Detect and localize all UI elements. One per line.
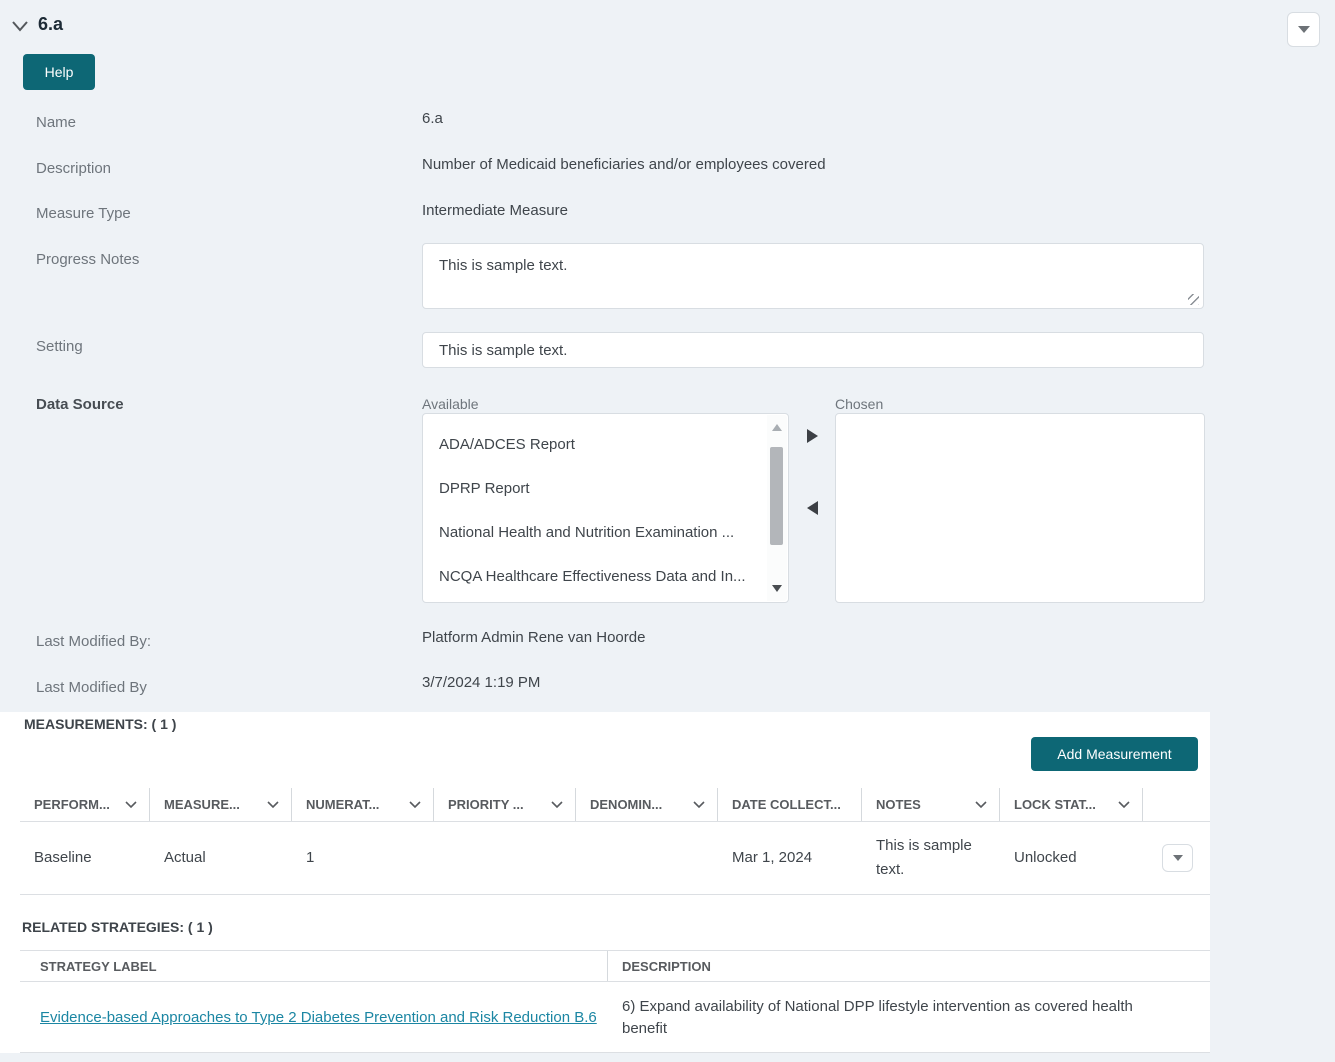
chevron-down-icon: [1297, 26, 1310, 33]
chevron-down-icon: [1118, 800, 1130, 809]
available-item[interactable]: National Health and Nutrition Examinatio…: [423, 510, 766, 554]
cell-date-collected: Mar 1, 2024: [732, 849, 813, 866]
cell-performance: Baseline: [34, 849, 92, 866]
cell-actions: [1143, 822, 1210, 894]
cell-strategy-description: 6) Expand availability of National DPP l…: [622, 998, 1133, 1037]
description-value: Number of Medicaid beneficiaries and/or …: [422, 156, 826, 173]
name-label: Name: [36, 114, 77, 131]
column-header-strategy-label: STRATEGY LABEL: [20, 951, 608, 981]
chevron-down-icon: [125, 800, 137, 809]
add-measurement-button[interactable]: Add Measurement: [1031, 737, 1198, 771]
progress-notes-textarea[interactable]: This is sample text.: [422, 243, 1204, 309]
cell-priority: [434, 822, 576, 894]
available-listbox[interactable]: ADA/ADCES Report DPRP Report National He…: [422, 413, 789, 603]
setting-input[interactable]: [422, 332, 1204, 368]
chosen-listbox[interactable]: [835, 413, 1205, 603]
chevron-down-icon: [975, 800, 987, 809]
chevron-down-icon: [1172, 855, 1183, 861]
column-header-performance[interactable]: PERFORM...: [20, 788, 150, 821]
available-label: Available: [422, 396, 479, 412]
strategy-link[interactable]: Evidence-based Approaches to Type 2 Diab…: [40, 1009, 597, 1026]
column-header-denominator[interactable]: DENOMIN...: [576, 788, 718, 821]
description-label: Description: [36, 160, 112, 177]
last-modified-by-name-value: Platform Admin Rene van Hoorde: [422, 629, 646, 646]
cell-lock-status: Unlocked: [1014, 849, 1077, 866]
column-header-priority[interactable]: PRIORITY ...: [434, 788, 576, 821]
column-header-description: DESCRIPTION: [622, 958, 711, 974]
cell-measure: Actual: [164, 849, 206, 866]
cell-notes: This is sample text.: [876, 837, 972, 878]
scroll-up-icon[interactable]: [772, 424, 782, 431]
data-source-label: Data Source: [36, 396, 124, 413]
move-to-available-button[interactable]: [807, 501, 818, 515]
scrollbar-thumb[interactable]: [770, 447, 783, 545]
chevron-down-icon: [267, 800, 279, 809]
chevron-down-icon: [693, 800, 705, 809]
scroll-down-icon[interactable]: [772, 585, 782, 592]
measure-type-value: Intermediate Measure: [422, 202, 568, 219]
chosen-label: Chosen: [835, 396, 884, 412]
cell-numerator: 1: [306, 849, 315, 866]
measure-type-label: Measure Type: [36, 205, 131, 222]
column-header-actions: [1143, 788, 1210, 821]
last-modified-by-name-label: Last Modified By:: [36, 633, 152, 650]
related-strategies-title: RELATED STRATEGIES: ( 1 ): [22, 919, 213, 935]
chevron-down-icon: [409, 800, 421, 809]
related-strategies-header-row: STRATEGY LABEL DESCRIPTION: [20, 950, 1210, 982]
measurements-title: MEASUREMENTS: ( 1 ): [24, 716, 177, 732]
measurement-table-row: Baseline Actual 1 Mar 1, 2024 This is sa…: [20, 822, 1210, 895]
available-item[interactable]: ADA/ADCES Report: [423, 422, 766, 466]
setting-label: Setting: [36, 338, 83, 355]
measurements-header-row: PERFORM... MEASURE... NUMERAT... PRIORIT…: [20, 788, 1210, 822]
measurements-panel: MEASUREMENTS: ( 1 ) Add Measurement PERF…: [0, 712, 1210, 1053]
last-modified-by-date-label: Last Modified By: [36, 679, 147, 696]
progress-notes-label: Progress Notes: [36, 251, 140, 268]
column-header-numerator[interactable]: NUMERAT...: [292, 788, 434, 821]
name-value: 6.a: [422, 110, 443, 127]
last-modified-by-date-value: 3/7/2024 1:19 PM: [422, 674, 541, 691]
available-item[interactable]: DPRP Report: [423, 466, 766, 510]
scrollbar[interactable]: [767, 415, 787, 601]
column-header-lock-status[interactable]: LOCK STAT...: [1000, 788, 1143, 821]
section-menu-button[interactable]: [1287, 12, 1320, 47]
column-header-date-collected[interactable]: DATE COLLECT...: [718, 788, 862, 821]
available-item[interactable]: NCQA Healthcare Effectiveness Data and I…: [423, 554, 766, 598]
cell-strategy-label: Evidence-based Approaches to Type 2 Diab…: [20, 982, 608, 1052]
row-menu-button[interactable]: [1162, 844, 1193, 872]
column-header-notes[interactable]: NOTES: [862, 788, 1000, 821]
related-strategy-row: Evidence-based Approaches to Type 2 Diab…: [20, 982, 1210, 1053]
cell-denominator: [576, 822, 718, 894]
column-header-measure[interactable]: MEASURE...: [150, 788, 292, 821]
chevron-down-icon: [551, 800, 563, 809]
help-button[interactable]: Help: [23, 54, 95, 90]
collapse-chevron-icon[interactable]: [10, 18, 32, 36]
page-title: 6.a: [38, 14, 64, 34]
move-to-chosen-button[interactable]: [807, 429, 818, 443]
